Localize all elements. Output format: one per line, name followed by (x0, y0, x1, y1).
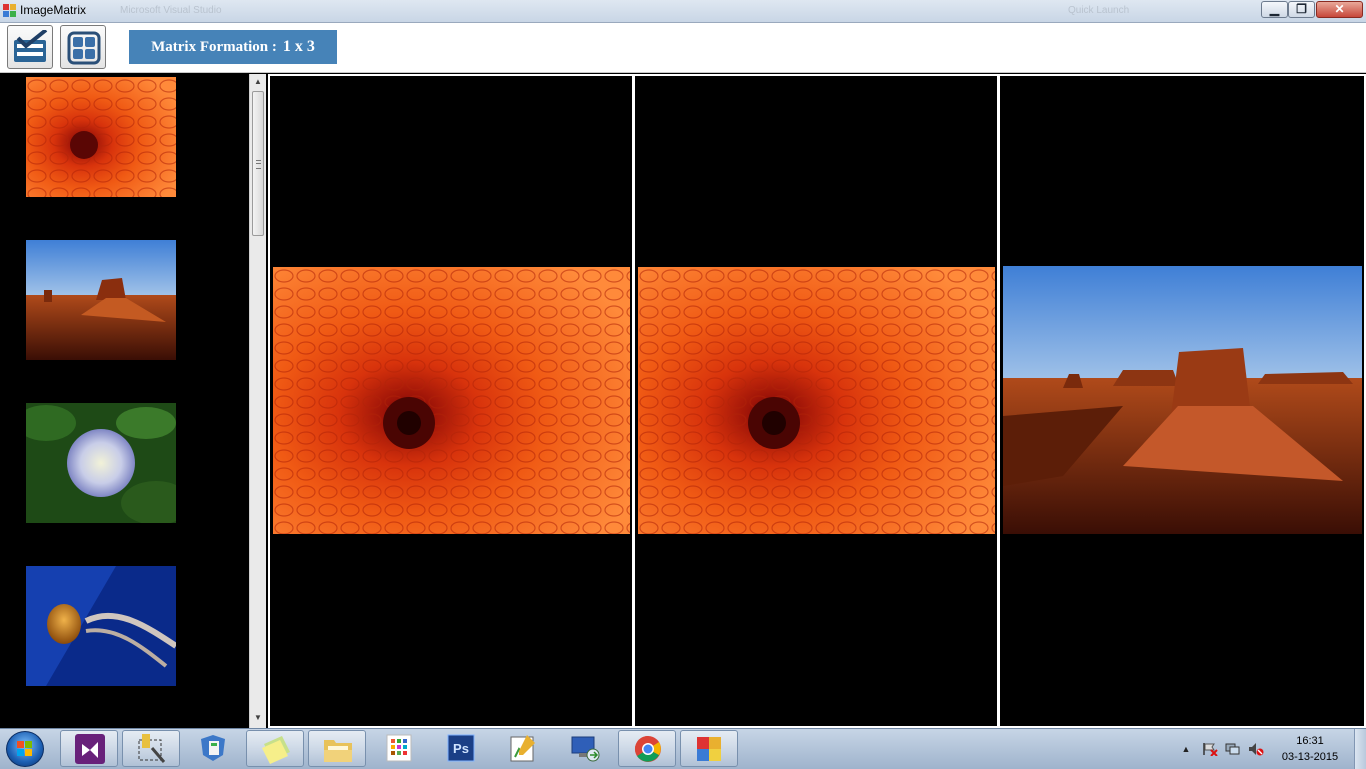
taskbar-chrome[interactable] (618, 730, 676, 767)
matrix-formation-value: 1 x 3 (282, 38, 315, 55)
photoshop-icon: Ps (447, 734, 475, 762)
clock-date: 03-13-2015 (1281, 751, 1339, 763)
chrome-icon (634, 735, 661, 762)
matrix-cell-3[interactable] (1000, 76, 1364, 726)
metro-app-icon (386, 734, 412, 762)
chrysanthemum-image (273, 267, 630, 534)
taskbar-metro-app[interactable] (370, 730, 428, 767)
title-bar: ImageMatrix Microsoft Visual Studio Quic… (0, 0, 1366, 23)
action-center-flag-icon[interactable] (1202, 742, 1218, 756)
thumbnail-jellyfish[interactable] (26, 566, 176, 686)
matrix-cell-2[interactable] (635, 76, 997, 726)
taskbar-sticky-notes[interactable] (246, 730, 304, 767)
shield-app-icon (201, 735, 225, 761)
start-button[interactable] (6, 731, 44, 767)
taskbar-editor[interactable] (494, 730, 552, 767)
background-window-title: Microsoft Visual Studio (120, 5, 222, 16)
toolbar: Matrix Formation : 1 x 3 (0, 23, 1366, 73)
app-icon (3, 4, 16, 17)
taskbar-clock[interactable]: 16:31 03-13-2015 (1270, 733, 1350, 765)
scroll-down-arrow[interactable]: ▼ (250, 710, 266, 726)
taskbar-visual-studio[interactable] (60, 730, 118, 767)
taskbar-remote-desktop[interactable] (556, 730, 614, 767)
desert-image (1003, 266, 1362, 534)
minimize-button[interactable]: ▁ (1261, 1, 1288, 18)
chrysanthemum-image (638, 267, 995, 534)
scroll-grip-icon (256, 160, 261, 169)
thumbnail-scrollbar[interactable]: ▲ ▼ (249, 74, 266, 728)
restore-icon: ❐ (1296, 2, 1307, 16)
thumbnail-panel (0, 74, 249, 728)
sticky-notes-icon (262, 736, 290, 764)
taskbar: Ps ▲ 16:31 03-13-2015 (0, 728, 1366, 769)
image-matrix-icon (697, 737, 721, 761)
editor-icon (510, 735, 535, 762)
matrix-formation-label: Matrix Formation : 1 x 3 (129, 30, 337, 64)
scroll-thumb[interactable] (252, 91, 264, 236)
close-button[interactable]: ✕ (1316, 1, 1363, 18)
volume-muted-icon[interactable] (1248, 742, 1264, 756)
matrix-cell-1[interactable] (270, 76, 632, 726)
taskbar-photoshop[interactable]: Ps (432, 730, 490, 767)
checklist-icon (14, 30, 48, 62)
grid-icon (67, 31, 101, 65)
restore-button[interactable]: ❐ (1288, 1, 1315, 18)
thumbnail-chrysanthemum[interactable] (26, 77, 176, 197)
minimize-icon: ▁ (1269, 2, 1280, 16)
thumbnail-desert[interactable] (26, 240, 176, 360)
background-quick-launch: Quick Launch (1068, 5, 1130, 16)
selection-tool-icon (138, 734, 166, 763)
window-title: ImageMatrix (20, 3, 87, 17)
thumbnail-hydrangeas[interactable] (26, 403, 176, 523)
taskbar-shield-app[interactable] (184, 730, 242, 767)
matrix-layout-button[interactable] (60, 25, 106, 69)
taskbar-selection-tool[interactable] (122, 730, 180, 767)
image-matrix (268, 74, 1366, 728)
taskbar-image-matrix[interactable] (680, 730, 738, 767)
show-hidden-icons-icon[interactable]: ▲ (1178, 742, 1194, 756)
scroll-up-arrow[interactable]: ▲ (250, 74, 266, 90)
file-explorer-icon (324, 740, 352, 762)
close-icon: ✕ (1334, 2, 1345, 16)
taskbar-file-explorer[interactable] (308, 730, 366, 767)
visual-studio-icon (75, 734, 105, 764)
clock-time: 16:31 (1296, 735, 1324, 747)
matrix-formation-text: Matrix Formation : (151, 39, 277, 55)
select-images-button[interactable] (7, 25, 53, 69)
remote-desktop-icon (571, 736, 600, 762)
network-icon[interactable] (1224, 742, 1240, 756)
windows-logo-icon (17, 741, 33, 757)
show-desktop-button[interactable] (1354, 729, 1366, 769)
photoshop-label: Ps (453, 741, 469, 756)
